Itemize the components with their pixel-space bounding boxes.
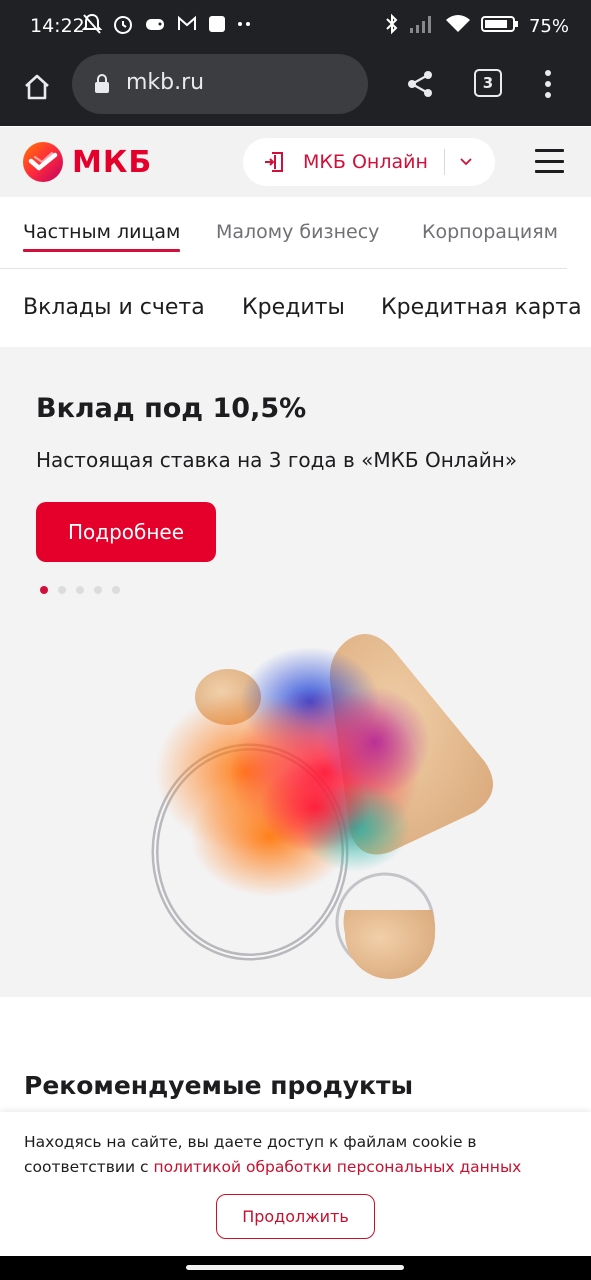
slider-dot[interactable] xyxy=(112,586,120,594)
site-header: МКБ МКБ Онлайн xyxy=(0,127,591,197)
nav-deposits[interactable]: Вклады и счета xyxy=(23,295,205,320)
active-tab-indicator xyxy=(23,249,180,252)
tab-switcher-button[interactable]: 3 xyxy=(474,69,502,97)
segment-tabs: Частным лицам Малому бизнесу Корпорациям xyxy=(0,197,591,269)
browser-menu-button[interactable] xyxy=(536,66,560,102)
tab-small-business[interactable]: Малому бизнесу xyxy=(216,221,379,243)
privacy-policy-link[interactable]: политикой обработки персональных данных xyxy=(153,1158,521,1176)
cookie-text: Находясь на сайте, вы даете доступ к фай… xyxy=(24,1130,574,1180)
navigation-gesture-bar xyxy=(0,1256,591,1280)
hero-banner: Вклад под 10,5% Настоящая ставка на 3 го… xyxy=(0,347,591,997)
recommended-products-title: Рекомендуемые продукты xyxy=(24,1071,414,1100)
logo-text: МКБ xyxy=(72,144,153,180)
slider-dots xyxy=(40,586,120,594)
menu-dot-icon xyxy=(545,92,551,98)
share-button[interactable] xyxy=(402,66,438,102)
more-notifications-icon xyxy=(236,15,252,40)
status-bar: 14:22 75% xyxy=(0,0,591,52)
home-gesture-handle[interactable] xyxy=(186,1265,404,1270)
slider-dot[interactable] xyxy=(58,586,66,594)
battery-percent: 75% xyxy=(528,15,569,37)
share-icon xyxy=(408,71,432,97)
url-text: mkb.ru xyxy=(126,70,205,95)
divider xyxy=(0,268,567,269)
details-button[interactable]: Подробнее xyxy=(36,502,216,562)
tab-individuals[interactable]: Частным лицам xyxy=(23,221,180,243)
mkb-logo-icon xyxy=(23,142,63,182)
continue-button[interactable]: Продолжить xyxy=(216,1194,375,1239)
hamburger-line xyxy=(535,170,564,173)
hamburger-menu-icon[interactable] xyxy=(535,149,564,173)
mkb-logo[interactable]: МКБ xyxy=(22,141,152,183)
hamburger-line xyxy=(535,159,564,163)
slider-dot[interactable] xyxy=(40,586,48,594)
system-icons: 75% xyxy=(385,13,569,39)
mkb-online-label: МКБ Онлайн xyxy=(303,151,428,173)
square-notification-icon xyxy=(208,15,226,40)
alarm-icon xyxy=(112,13,134,42)
bluetooth-icon xyxy=(385,13,399,39)
slider-dot[interactable] xyxy=(76,586,84,594)
slider-dot[interactable] xyxy=(94,586,102,594)
hero-title: Вклад под 10,5% xyxy=(36,393,307,424)
tab-corporations[interactable]: Корпорациям xyxy=(422,221,558,243)
login-door-icon xyxy=(265,152,283,172)
muted-bell-icon xyxy=(81,13,103,42)
notification-icons xyxy=(81,13,252,42)
nav-credit-card[interactable]: Кредитная карта xyxy=(381,295,582,320)
chevron-down-icon[interactable] xyxy=(459,157,473,167)
home-button[interactable] xyxy=(16,66,58,108)
home-icon xyxy=(25,74,49,100)
hero-paint-splash-image xyxy=(151,634,493,979)
lock-icon xyxy=(95,74,109,93)
address-bar[interactable]: mkb.ru xyxy=(72,54,368,114)
battery-icon xyxy=(480,14,519,38)
mkb-online-button[interactable]: МКБ Онлайн xyxy=(243,138,495,186)
cookie-banner: Находясь на сайте, вы даете доступ к фай… xyxy=(0,1112,591,1256)
browser-toolbar: mkb.ru 3 xyxy=(0,52,591,179)
product-nav: Вклады и счета Кредиты Кредитная карта xyxy=(0,270,591,347)
hero-subtitle: Настоящая ставка на 3 года в «МКБ Онлайн… xyxy=(36,448,518,472)
status-time: 14:22 xyxy=(30,15,85,37)
game-controller-icon xyxy=(144,13,166,42)
wifi-icon xyxy=(445,14,471,38)
menu-dot-icon xyxy=(545,81,551,87)
hamburger-line xyxy=(535,149,564,152)
mail-icon xyxy=(176,14,198,41)
menu-dot-icon xyxy=(545,70,551,76)
signal-icon xyxy=(409,14,435,38)
divider xyxy=(443,149,445,175)
nav-credits[interactable]: Кредиты xyxy=(242,295,345,320)
